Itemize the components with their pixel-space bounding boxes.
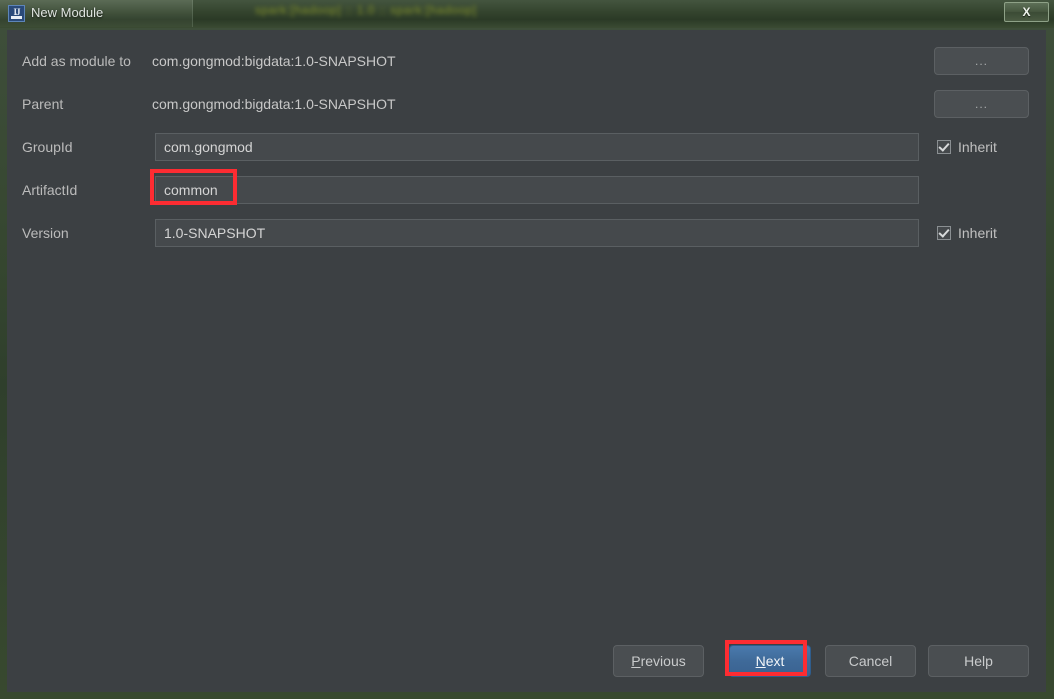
- checkbox-icon-groupid[interactable]: [937, 140, 951, 154]
- inherit-label-groupid: Inherit: [958, 139, 997, 155]
- label-add-as-module-to: Add as module to: [22, 53, 131, 69]
- artifactid-input[interactable]: common: [155, 176, 919, 204]
- next-mnemonic: N: [755, 653, 766, 669]
- label-artifactid: ArtifactId: [22, 182, 78, 198]
- previous-button[interactable]: Previous: [613, 645, 704, 677]
- form-row-add-as-module-to: Add as module to com.gongmod:bigdata:1.0…: [7, 47, 1046, 75]
- previous-mnemonic: P: [631, 653, 641, 669]
- browse-button-parent[interactable]: ...: [934, 90, 1029, 118]
- groupid-input[interactable]: com.gongmod: [155, 133, 919, 161]
- window-title: New Module: [31, 5, 104, 20]
- cancel-button[interactable]: Cancel: [825, 645, 916, 677]
- inherit-checkbox-version[interactable]: Inherit: [937, 219, 997, 247]
- checkbox-icon-version[interactable]: [937, 226, 951, 240]
- version-input[interactable]: 1.0-SNAPSHOT: [155, 219, 919, 247]
- inherit-label-version: Inherit: [958, 225, 997, 241]
- value-parent: com.gongmod:bigdata:1.0-SNAPSHOT: [152, 96, 396, 112]
- label-groupid: GroupId: [22, 139, 73, 155]
- form-row-groupid: GroupId com.gongmod Inherit: [7, 133, 1046, 161]
- form-row-parent: Parent com.gongmod:bigdata:1.0-SNAPSHOT …: [7, 90, 1046, 118]
- browse-button-add-as-module-to[interactable]: ...: [934, 47, 1029, 75]
- inherit-checkbox-groupid[interactable]: Inherit: [937, 133, 997, 161]
- help-button[interactable]: Help: [928, 645, 1029, 677]
- next-button[interactable]: Next: [729, 645, 811, 677]
- previous-button-label-rest: revious: [640, 653, 686, 669]
- form-row-artifactid: ArtifactId common: [7, 176, 1046, 204]
- dialog-content: Add as module to com.gongmod:bigdata:1.0…: [7, 30, 1046, 692]
- form-row-version: Version 1.0-SNAPSHOT Inherit: [7, 219, 1046, 247]
- dialog-button-bar: Previous Next Cancel Help: [7, 645, 1046, 693]
- intellij-idea-icon: IJ: [8, 5, 25, 22]
- label-version: Version: [22, 225, 69, 241]
- close-icon[interactable]: X: [1004, 2, 1049, 22]
- new-module-dialog-window: spark:[hadoop] :: 1.0 :: spark:[hadoop] …: [0, 0, 1054, 699]
- title-bar: spark:[hadoop] :: 1.0 :: spark:[hadoop] …: [0, 0, 1054, 28]
- background-window-text: spark:[hadoop] :: 1.0 :: spark:[hadoop]: [255, 3, 477, 17]
- next-button-label-rest: ext: [765, 653, 785, 669]
- value-add-as-module-to: com.gongmod:bigdata:1.0-SNAPSHOT: [152, 53, 396, 69]
- label-parent: Parent: [22, 96, 64, 112]
